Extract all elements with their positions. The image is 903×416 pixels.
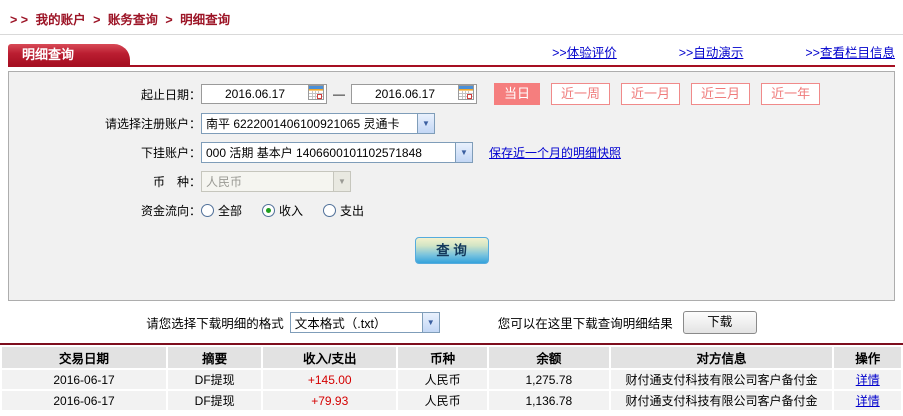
- cell-counterparty: 财付通支付科技有限公司客户备付金: [610, 391, 833, 410]
- flow-radio-2[interactable]: [323, 203, 337, 217]
- currency-select: 人民币 ▼: [201, 170, 351, 192]
- cell-summary: DF提现: [168, 391, 262, 410]
- col-header-action: 操作: [834, 347, 901, 368]
- flow-radio-0[interactable]: [201, 203, 214, 217]
- page: > > 我的账户 > 账务查询 > 明细查询 明细查询 >>体验评价 >>自动演…: [0, 0, 903, 412]
- calendar-icon[interactable]: [458, 85, 474, 103]
- download-format-label: 请您选择下载明细的格式: [146, 316, 284, 331]
- cell-balance: 1,275.78: [488, 370, 609, 389]
- quick-date-0[interactable]: 当日: [494, 83, 541, 105]
- quick-date-1[interactable]: 近一周: [551, 83, 611, 105]
- currency-value: 人民币: [206, 174, 243, 189]
- currency-label: 币 种：: [152, 174, 201, 189]
- end-date-input[interactable]: 2016.06.17: [351, 84, 477, 104]
- link-auto-demo[interactable]: >>自动演示: [679, 42, 744, 61]
- chevron-down-icon: ▼: [417, 113, 434, 133]
- registered-account-value: 南平 6222001406100921065 灵通卡: [206, 116, 400, 131]
- col-header-summary: 摘要: [168, 347, 262, 368]
- sub-account-label: 下挂账户：: [140, 145, 201, 160]
- quick-date-2[interactable]: 近一月: [621, 83, 681, 105]
- breadcrumb-item-account-query[interactable]: 账务查询: [108, 13, 158, 27]
- table-header-row: 交易日期 摘要 收入/支出 币种 余额 对方信息 操作: [2, 347, 901, 368]
- col-header-currency: 币种: [398, 347, 487, 368]
- table-row: 2016-06-17 DF提现 +79.93 人民币 1,136.78 财付通支…: [2, 391, 901, 410]
- date-range-label: 起止日期：: [140, 87, 201, 102]
- tab-row: 明细查询 >>体验评价 >>自动演示 >>查看栏目信息: [8, 42, 895, 67]
- download-hint: 您可以在这里下载查询明细结果: [497, 316, 673, 331]
- save-snapshot-link[interactable]: 保存近一个月的明细快照: [489, 144, 621, 161]
- tab-detail-query[interactable]: 明细查询: [8, 44, 130, 65]
- link-view-column-info[interactable]: >>查看栏目信息: [805, 42, 895, 61]
- header-links: >>体验评价 >>自动演示 >>查看栏目信息: [490, 42, 895, 65]
- detail-link[interactable]: 详情: [856, 373, 880, 387]
- start-date-value: 2016.06.17: [224, 87, 286, 101]
- cell-summary: DF提现: [168, 370, 262, 389]
- end-date-value: 2016.06.17: [374, 87, 436, 101]
- col-header-income-expense: 收入/支出: [263, 347, 397, 368]
- chevron-down-icon: ▼: [333, 171, 350, 191]
- sub-account-row: 下挂账户： 000 活期 基本户 1406600101102571848 ▼ 保…: [9, 141, 894, 163]
- col-header-trade-date: 交易日期: [2, 347, 167, 368]
- download-button[interactable]: 下载: [682, 310, 757, 334]
- start-date-input[interactable]: 2016.06.17: [201, 84, 327, 104]
- flow-radio-1[interactable]: [262, 203, 276, 217]
- sub-account-value: 000 活期 基本户 1406600101102571848: [206, 145, 422, 160]
- sub-account-select[interactable]: 000 活期 基本户 1406600101102571848 ▼: [201, 141, 473, 163]
- detail-link[interactable]: 详情: [856, 394, 880, 408]
- cell-balance: 1,136.78: [488, 391, 609, 410]
- flow-option-income[interactable]: 收入: [279, 202, 303, 219]
- registered-account-select[interactable]: 南平 6222001406100921065 灵通卡 ▼: [201, 112, 435, 134]
- quick-date-3[interactable]: 近三月: [691, 83, 751, 105]
- date-range-row: 起止日期： 2016.06.17 — 2016.06.17 当日 近一周 近一月…: [9, 83, 894, 105]
- query-form-panel: 起止日期： 2016.06.17 — 2016.06.17 当日 近一周 近一月…: [8, 71, 895, 301]
- download-row: 请您选择下载明细的格式 文本格式（.txt） ▼ 您可以在这里下载查询明细结果 …: [0, 310, 903, 334]
- chevron-down-icon: ▼: [455, 142, 472, 162]
- query-button-row: 查 询: [9, 237, 894, 264]
- flow-option-all[interactable]: 全部: [218, 202, 242, 219]
- tab-title: 明细查询: [22, 47, 75, 62]
- calendar-icon[interactable]: [308, 85, 324, 103]
- date-separator: —: [333, 87, 345, 101]
- link-experience-rating[interactable]: >>体验评价: [552, 42, 617, 61]
- query-button[interactable]: 查 询: [414, 237, 489, 264]
- cell-currency: 人民币: [398, 391, 487, 410]
- cell-trade-date: 2016-06-17: [2, 391, 167, 410]
- quick-date-4[interactable]: 近一年: [761, 83, 821, 105]
- fund-flow-row: 资金流向： 全部 收入 支出: [9, 199, 894, 221]
- breadcrumb-separator: >: [93, 13, 101, 27]
- cell-action: 详情: [834, 391, 901, 410]
- flow-option-expense[interactable]: 支出: [340, 202, 364, 219]
- cell-action: 详情: [834, 370, 901, 389]
- breadcrumb-arrows: > >: [10, 13, 29, 27]
- download-format-select[interactable]: 文本格式（.txt） ▼: [289, 311, 440, 333]
- registered-account-row: 请选择注册账户： 南平 6222001406100921065 灵通卡 ▼: [9, 112, 894, 134]
- chevron-down-icon: ▼: [421, 312, 439, 332]
- cell-trade-date: 2016-06-17: [2, 370, 167, 389]
- fund-flow-label: 资金流向：: [140, 203, 201, 218]
- cell-amount: +79.93: [263, 391, 397, 410]
- currency-row: 币 种： 人民币 ▼: [9, 170, 894, 192]
- breadcrumb-item-detail-query[interactable]: 明细查询: [180, 13, 230, 27]
- download-format-value: 文本格式（.txt）: [294, 316, 387, 331]
- cell-counterparty: 财付通支付科技有限公司客户备付金: [610, 370, 833, 389]
- breadcrumb: > > 我的账户 > 账务查询 > 明细查询: [0, 0, 903, 35]
- cell-currency: 人民币: [398, 370, 487, 389]
- registered-account-label: 请选择注册账户：: [104, 116, 201, 131]
- col-header-balance: 余额: [488, 347, 609, 368]
- breadcrumb-separator: >: [165, 13, 173, 27]
- cell-amount: +145.00: [263, 370, 397, 389]
- col-header-counterparty: 对方信息: [610, 347, 833, 368]
- breadcrumb-item-my-account[interactable]: 我的账户: [36, 13, 86, 27]
- table-row: 2016-06-17 DF提现 +145.00 人民币 1,275.78 财付通…: [2, 370, 901, 389]
- transaction-table: 交易日期 摘要 收入/支出 币种 余额 对方信息 操作 2016-06-17 D…: [0, 345, 903, 412]
